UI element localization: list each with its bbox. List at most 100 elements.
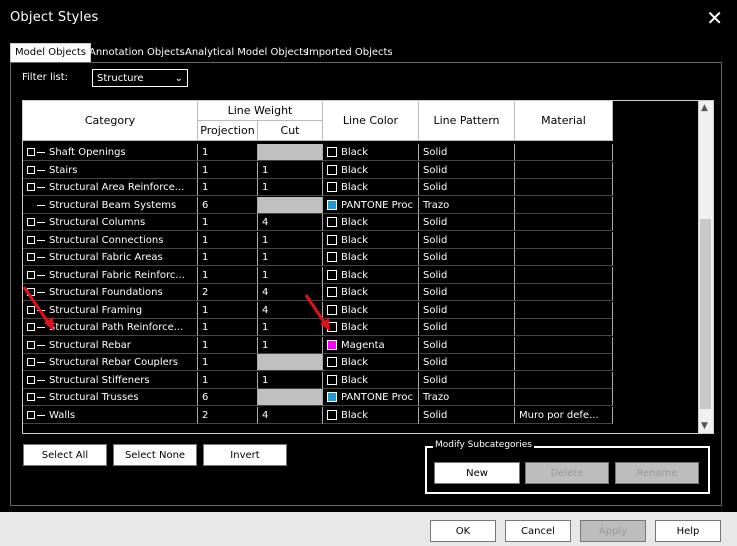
projection-cell[interactable]: 2: [198, 284, 258, 301]
line-color-cell[interactable]: Black: [323, 319, 419, 336]
expand-toggle-icon[interactable]: [27, 253, 35, 261]
projection-cell[interactable]: 1: [198, 161, 258, 179]
table-row[interactable]: Stairs 1 1 Black Solid: [23, 161, 613, 180]
projection-cell[interactable]: 1: [198, 354, 258, 371]
projection-cell[interactable]: 1: [198, 231, 258, 249]
tab-model-objects[interactable]: Model Objects: [10, 43, 91, 63]
expand-toggle-icon[interactable]: [27, 340, 35, 349]
table-row[interactable]: Structural Connections 1 1 Black Solid: [23, 231, 613, 250]
cancel-button[interactable]: Cancel: [505, 520, 571, 542]
cut-cell[interactable]: 1: [258, 161, 323, 179]
line-pattern-cell[interactable]: Solid: [419, 214, 515, 231]
expand-toggle-icon[interactable]: [27, 165, 35, 174]
projection-cell[interactable]: 1: [198, 301, 258, 319]
category-cell[interactable]: Walls: [23, 406, 198, 424]
projection-cell[interactable]: 1: [198, 266, 258, 284]
line-color-cell[interactable]: Black: [323, 301, 419, 319]
material-cell[interactable]: [515, 249, 613, 266]
table-row[interactable]: Walls 2 4 Black Solid Muro por defe...: [23, 406, 613, 425]
line-pattern-cell[interactable]: Solid: [419, 354, 515, 371]
category-cell[interactable]: Structural Connections: [23, 231, 198, 249]
material-cell[interactable]: [515, 161, 613, 179]
vertical-scrollbar[interactable]: ▲ ▼: [698, 101, 713, 433]
table-row[interactable]: Structural Beam Systems 6 PANTONE Proc Traz…: [23, 196, 613, 215]
material-cell[interactable]: [515, 389, 613, 406]
category-cell[interactable]: Structural Trusses: [23, 389, 198, 406]
line-pattern-cell[interactable]: Solid: [419, 161, 515, 179]
projection-cell[interactable]: 1: [198, 249, 258, 266]
expand-toggle-icon[interactable]: [27, 393, 35, 401]
material-cell[interactable]: [515, 214, 613, 231]
new-button[interactable]: New: [434, 462, 520, 484]
material-cell[interactable]: [515, 354, 613, 371]
category-cell[interactable]: Structural Beam Systems: [23, 196, 198, 214]
cut-cell[interactable]: 1: [258, 371, 323, 389]
line-color-cell[interactable]: Black: [323, 179, 419, 196]
expand-toggle-icon[interactable]: [27, 235, 35, 244]
table-row[interactable]: Shaft Openings 1 Black Solid: [23, 144, 613, 162]
material-cell[interactable]: [515, 301, 613, 319]
scroll-thumb[interactable]: [700, 219, 711, 409]
header-category[interactable]: Category: [23, 101, 198, 141]
table-row[interactable]: Structural Fabric Areas 1 1 Black Solid: [23, 249, 613, 267]
line-pattern-cell[interactable]: Solid: [419, 284, 515, 301]
filter-dropdown[interactable]: Structure ⌄: [92, 69, 188, 87]
material-cell[interactable]: [515, 179, 613, 196]
delete-button[interactable]: Delete: [525, 462, 609, 484]
close-icon[interactable]: ✕: [706, 8, 723, 28]
table-row[interactable]: Structural Trusses 6 PANTONE Proc Trazo: [23, 389, 613, 407]
projection-cell[interactable]: 6: [198, 389, 258, 406]
material-cell[interactable]: [515, 266, 613, 284]
material-cell[interactable]: [515, 196, 613, 214]
scroll-up-icon[interactable]: ▲: [701, 103, 708, 113]
expand-toggle-icon[interactable]: [27, 148, 35, 156]
cut-cell[interactable]: 1: [258, 179, 323, 196]
expand-toggle-icon[interactable]: [27, 218, 35, 226]
select-none-button[interactable]: Select None: [113, 444, 197, 466]
line-pattern-cell[interactable]: Solid: [419, 371, 515, 389]
table-row[interactable]: Structural Area Reinforce... 1 1 Black Solid: [23, 179, 613, 197]
line-color-cell[interactable]: PANTONE Proc: [323, 196, 419, 214]
line-color-cell[interactable]: Black: [323, 161, 419, 179]
material-cell[interactable]: [515, 319, 613, 336]
expand-toggle-icon[interactable]: [27, 183, 35, 191]
projection-cell[interactable]: 2: [198, 406, 258, 424]
line-color-cell[interactable]: Black: [323, 266, 419, 284]
invert-button[interactable]: Invert: [203, 444, 287, 466]
material-cell[interactable]: [515, 371, 613, 389]
cut-cell[interactable]: 1: [258, 231, 323, 249]
line-color-cell[interactable]: Black: [323, 284, 419, 301]
cut-cell[interactable]: 1: [258, 336, 323, 354]
category-cell[interactable]: Structural Fabric Areas: [23, 249, 198, 266]
table-row[interactable]: Structural Columns 1 4 Black Solid: [23, 214, 613, 232]
help-button[interactable]: Help: [655, 520, 721, 542]
line-color-cell[interactable]: Black: [323, 249, 419, 266]
line-pattern-cell[interactable]: Solid: [419, 231, 515, 249]
line-pattern-cell[interactable]: Solid: [419, 301, 515, 319]
cut-cell[interactable]: 1: [258, 249, 323, 266]
line-color-cell[interactable]: Black: [323, 354, 419, 371]
line-color-cell[interactable]: PANTONE Proc: [323, 389, 419, 406]
line-color-cell[interactable]: Black: [323, 371, 419, 389]
category-cell[interactable]: Structural Stiffeners: [23, 371, 198, 389]
expand-toggle-icon[interactable]: [27, 358, 35, 366]
category-cell[interactable]: Shaft Openings: [23, 144, 198, 161]
category-cell[interactable]: Structural Fabric Reinforc...: [23, 266, 198, 284]
table-row[interactable]: Structural Stiffeners 1 1 Black Solid: [23, 371, 613, 390]
cut-cell[interactable]: 1: [258, 266, 323, 284]
expand-toggle-icon[interactable]: [27, 270, 35, 279]
line-pattern-cell[interactable]: Solid: [419, 249, 515, 266]
line-pattern-cell[interactable]: Solid: [419, 406, 515, 424]
rename-button[interactable]: Rename: [615, 462, 699, 484]
projection-cell[interactable]: 1: [198, 336, 258, 354]
category-cell[interactable]: Structural Rebar: [23, 336, 198, 354]
category-cell[interactable]: Stairs: [23, 161, 198, 179]
table-row[interactable]: Structural Rebar 1 1 Magenta Solid: [23, 336, 613, 355]
line-pattern-cell[interactable]: Solid: [419, 179, 515, 196]
tab-analytical-model-objects[interactable]: Analytical Model Objects: [185, 44, 308, 62]
line-pattern-cell[interactable]: Trazo: [419, 196, 515, 214]
line-color-cell[interactable]: Black: [323, 231, 419, 249]
material-cell[interactable]: [515, 231, 613, 249]
category-cell[interactable]: Structural Rebar Couplers: [23, 354, 198, 371]
scroll-down-icon[interactable]: ▼: [701, 421, 708, 431]
